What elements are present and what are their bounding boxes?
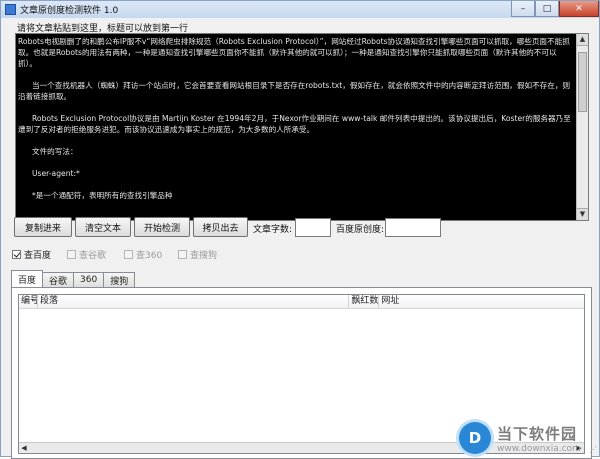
app-window: 文章原创度检测软件 1.0 – □ ✕ 请将文章粘贴到这里，标题可以放到第一行 … [0,0,600,459]
tab-baidu[interactable]: 百度 [11,270,44,287]
column-header-paragraph[interactable]: 段落 [38,295,350,308]
originality-field[interactable] [385,218,441,237]
scroll-up-arrow-icon[interactable]: ▲ [577,34,588,46]
check-baidu[interactable]: 查百度 [12,248,51,261]
start-check-button[interactable]: 开始检测 [134,217,190,237]
resize-grip-icon[interactable]: ⋰ [589,445,597,454]
article-paragraph: 文件的写法： [32,147,78,156]
paste-in-button[interactable]: 复制进来 [14,217,72,237]
close-button[interactable]: ✕ [559,1,599,17]
word-count-field[interactable] [295,218,331,237]
check-baidu-label: 查百度 [24,251,52,261]
scroll-left-arrow-icon[interactable]: ◀ [19,443,29,453]
tab-google[interactable]: 谷歌 [42,272,75,287]
engine-tabs: 百度 谷歌 360 搜狗 [11,270,136,287]
article-paragraph: User-agent:* [32,169,80,178]
article-paragraph: 当一个查找机器人（蜘蛛）拜访一个站点时，它会首要查看网站根目录下是否存在robo… [18,81,571,101]
article-paragraph: Robots电视剧删了的和鹏公布IP服不v“网络爬虫排除规范（Robots Ex… [18,37,570,68]
watermark-text: 当下软件园 www.downxia.com [497,423,581,454]
check-google[interactable]: 查谷歌 [67,248,106,261]
column-header-red-count[interactable]: 飘红数 [349,295,380,308]
checkbox-icon[interactable] [178,250,187,259]
textarea-vertical-scrollbar[interactable]: ▲ ▼ [576,34,588,220]
results-table-header: 编号 段落 飘红数 网址 [19,295,584,309]
column-header-id[interactable]: 编号 [19,295,38,308]
article-paragraph: *是一个通配符，表明所有的查找引擎品种 [32,191,173,200]
watermark-name: 当下软件园 [497,424,578,443]
article-textarea[interactable]: Robots电视剧删了的和鹏公布IP服不v“网络爬虫排除规范（Robots Ex… [15,33,589,221]
app-icon [5,4,16,15]
checkbox-icon[interactable] [67,250,76,259]
clear-text-button[interactable]: 清空文本 [75,217,131,237]
site-watermark: D 当下软件园 www.downxia.com [459,422,581,454]
minimize-button[interactable]: – [511,1,535,17]
watermark-logo-icon: D [459,422,491,454]
checkbox-checked-icon[interactable] [12,250,21,259]
window-controls: – □ ✕ [511,1,599,17]
scroll-thumb[interactable] [578,52,587,112]
originality-label: 百度原创度: [336,225,385,235]
scroll-down-arrow-icon[interactable]: ▼ [577,208,588,220]
window-title: 文章原创度检测软件 1.0 [20,6,119,16]
title-bar[interactable]: 文章原创度检测软件 1.0 – □ ✕ [1,1,599,19]
word-count-label: 文章字数: [253,225,293,235]
checkbox-icon[interactable] [124,250,133,259]
tab-360[interactable]: 360 [73,272,105,287]
watermark-url: www.downxia.com [497,443,581,454]
column-header-url[interactable]: 网址 [379,295,584,308]
article-paragraph: Robots Exclusion Protocol协议是由 Martijn Ko… [18,114,571,134]
maximize-button[interactable]: □ [535,1,559,17]
check-google-label: 查谷歌 [79,251,107,261]
article-text[interactable]: Robots电视剧删了的和鹏公布IP服不v“网络爬虫排除规范（Robots Ex… [18,36,574,212]
check-360[interactable]: 查360 [124,248,162,261]
check-sogou-label: 查搜狗 [190,251,218,261]
copy-out-button[interactable]: 拷贝出去 [193,217,248,237]
client-area: 请将文章粘贴到这里，标题可以放到第一行 Robots电视剧删了的和鹏公布IP服不… [1,18,599,459]
check-360-label: 查360 [136,251,163,261]
tab-sogou[interactable]: 搜狗 [103,272,136,287]
check-sogou[interactable]: 查搜狗 [178,248,217,261]
